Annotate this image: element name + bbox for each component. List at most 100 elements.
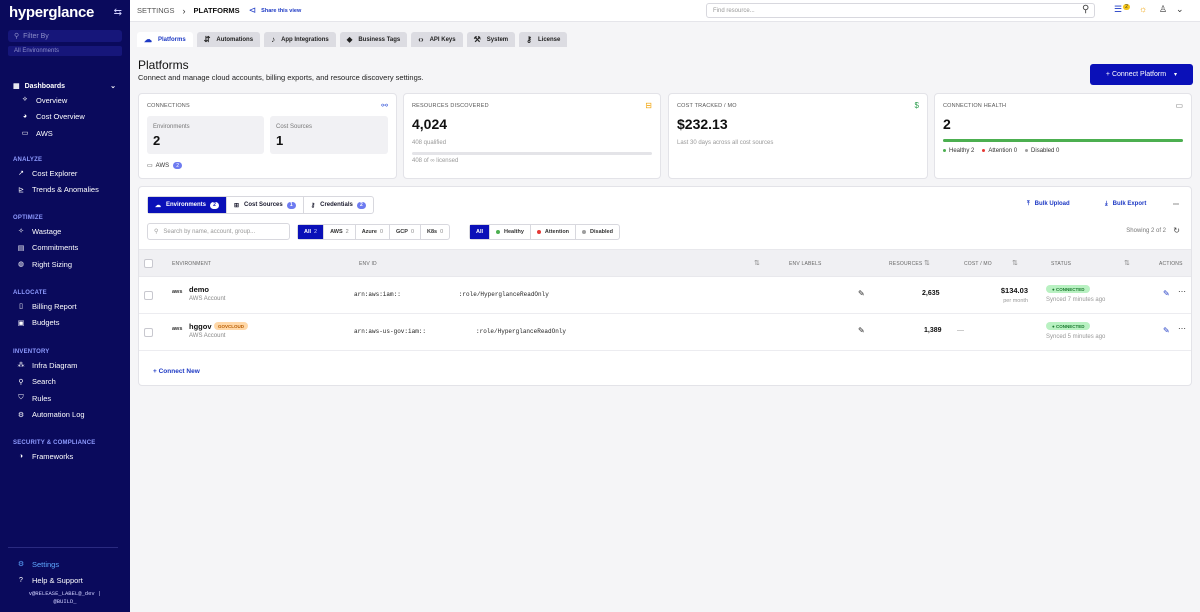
nav-item-billing-report[interactable]: ▯ Billing Report [0,298,130,315]
showing-count: Showing 2 of 2 [1126,228,1166,234]
status-filter-disabled[interactable]: Disabled [576,225,619,239]
col-cost[interactable]: COST / MO [964,261,992,267]
segment-count: 2 [210,201,220,209]
status-filter-all[interactable]: All [470,225,491,239]
nav-item-aws[interactable]: ▭ AWS [0,125,130,142]
status-filter-healthy[interactable]: Healthy [490,225,531,239]
tab-api-keys[interactable]: ‹› API Keys [411,32,463,47]
nav-item-settings[interactable]: ⚙ Settings [0,556,130,573]
cost-card: COST TRACKED / MO $ $232.13 Last 30 days… [668,93,928,179]
user-icon[interactable]: ♙ [1159,4,1167,15]
share-view-link[interactable]: Share this view [261,8,301,14]
edit-icon[interactable]: ✎ [1163,326,1170,335]
nav-item-infra-diagram[interactable]: ⁂ Infra Diagram [0,357,130,374]
edit-icon[interactable]: ✎ [1163,289,1170,298]
select-all-checkbox[interactable] [144,259,153,268]
health-bar [943,139,1183,142]
table-row[interactable]: aws hggov GOVCLOUD AWS Account arn:aws-u… [139,314,1191,351]
nav-item-label: Frameworks [32,451,74,461]
tab-system[interactable]: ⚒ System [466,32,516,47]
filter-aws[interactable]: AWS 2 [324,225,356,239]
col-env-id[interactable]: ENV ID [359,261,377,267]
nav-item-search[interactable]: ⚲ Search [0,374,130,391]
chevron-down-icon[interactable]: ⌄ [1176,4,1184,15]
nav-item-right-sizing[interactable]: ◍ Right Sizing [0,256,130,273]
nav-allocate: ALLOCATE ▯ Billing Report ▣ Budgets [0,287,130,331]
status-filter-attention[interactable]: Attention [531,225,577,239]
tab-license[interactable]: ⚷ License [519,32,568,47]
filter-placeholder: Filter By [23,32,49,40]
nav-item-label: Overview [36,95,68,105]
dashboards-label: Dashboards [24,82,66,90]
more-options-icon[interactable]: ⋯ [1173,201,1179,208]
table-row[interactable]: aws demo AWS Account arn:aws:iam:::role/… [139,277,1191,314]
nav-item-wastage[interactable]: ✧ Wastage [0,223,130,240]
edit-labels-icon[interactable]: ✎ [858,326,865,335]
filter-k8s[interactable]: K8s 0 [421,225,449,239]
logo[interactable]: hyperglance [9,4,94,21]
nav-item-cost-overview[interactable]: ◕ Cost Overview [0,109,130,126]
version-line-1: v@RELEASE_LABEL@_dev | [28,590,102,597]
dashboards-icon: ▦ [13,82,20,90]
tab-business-tags[interactable]: ⬥ Business Tags [339,32,408,47]
nav-item-commitments[interactable]: ▤ Commitments [0,240,130,257]
search-input[interactable]: ⚲ Search by name, account, group... [147,223,290,240]
connect-platform-button[interactable]: + Connect Platform ▾ [1090,64,1193,85]
filter-input[interactable]: ⚲ Filter By [8,30,122,42]
segment-credentials[interactable]: ⚷ Credentials 2 [304,197,373,213]
filter-label: K8s [427,229,438,235]
cost-sources-stat: Cost Sources 1 [270,116,388,154]
breadcrumb-settings[interactable]: SETTINGS [137,6,175,15]
nav-item-overview[interactable]: ⟡ Overview [0,92,130,109]
segment-environments[interactable]: ☁ Environments 2 [148,197,228,213]
sort-icon[interactable]: ⇅ [1012,259,1018,267]
nav-item-rules[interactable]: ⛉ Rules [0,390,130,407]
filter-gcp[interactable]: GCP 0 [390,225,422,239]
tab-label: License [537,36,561,43]
environment-name[interactable]: hggov [189,322,212,331]
nav-item-label: Rules [32,393,52,403]
tab-platforms[interactable]: ☁ Platforms [137,32,193,47]
search-icon: ⚲ [154,229,159,235]
sun-icon[interactable]: ☼ [1139,4,1147,14]
row-checkbox[interactable] [144,328,153,337]
segment-label: Environments [166,202,207,208]
refresh-icon[interactable]: ↻ [1173,226,1180,235]
cost-value: — [957,327,964,334]
nav-item-label: Right Sizing [32,259,73,269]
edit-labels-icon[interactable]: ✎ [858,289,865,298]
notifications-icon[interactable]: ☰ 2 [1114,4,1130,15]
bulk-export-button[interactable]: ⤓ Bulk Export [1105,201,1146,208]
nav-item-frameworks[interactable]: ◑ Frameworks [0,448,130,465]
filter-label: All [476,229,484,235]
sort-icon[interactable]: ⇅ [754,259,760,267]
filter-azure[interactable]: Azure 0 [356,225,391,239]
share-icon[interactable]: ⊲ [249,5,257,16]
filter-all[interactable]: All 2 [298,225,325,239]
nav-item-automation-log[interactable]: ⚙ Automation Log [0,407,130,424]
sort-icon[interactable]: ⇅ [924,259,930,267]
dashboards-group[interactable]: ▦ Dashboards ⌄ [0,79,130,92]
environment-select[interactable]: All Environments [8,46,122,56]
nav-item-budgets[interactable]: ▣ Budgets [0,315,130,332]
col-environment[interactable]: ENVIRONMENT [172,261,211,267]
col-resources[interactable]: RESOURCES [889,261,922,267]
more-options-icon[interactable]: ⋯ [1178,324,1186,333]
environment-name[interactable]: demo [189,285,209,294]
more-options-icon[interactable]: ⋯ [1178,287,1186,296]
nav-item-cost-explorer[interactable]: ↗ Cost Explorer [0,165,130,182]
segment-cost-sources[interactable]: ⊞ Cost Sources 1 [227,197,304,213]
tab-automations[interactable]: ⇵ Automations [196,32,261,47]
row-checkbox[interactable] [144,291,153,300]
bulk-upload-button[interactable]: ⤒ Bulk Upload [1027,201,1070,208]
provider-filter-group: All 2 AWS 2 Azure 0 GCP 0 K8s 0 [297,224,451,240]
col-status[interactable]: STATUS [1051,261,1071,267]
nav-item-trends[interactable]: ⊵ Trends & Anomalies [0,182,130,199]
tab-app-integrations[interactable]: ♪ App Integrations [264,32,336,47]
sort-icon[interactable]: ⇅ [1124,259,1130,267]
collapse-sidebar-icon[interactable]: ⇆ [114,7,122,18]
nav-item-help[interactable]: ? Help & Support [0,573,130,590]
search-icon[interactable]: ⚲ [1082,4,1089,15]
find-resource-input[interactable]: Find resource... [706,3,1095,18]
connect-new-button[interactable]: + Connect New [153,368,200,375]
